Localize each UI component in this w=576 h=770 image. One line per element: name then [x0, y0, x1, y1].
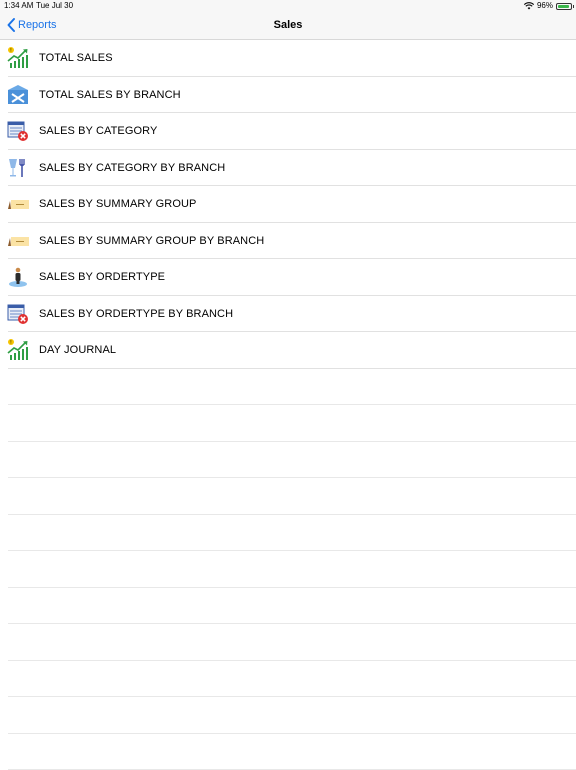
empty-row [0, 624, 576, 661]
ticket-icon [7, 193, 29, 215]
status-bar: 1:34 AM Tue Jul 30 96% [0, 0, 576, 12]
empty-row [0, 697, 576, 734]
list-item-day-journal[interactable]: ! DAY JOURNAL [0, 332, 576, 369]
list-item-total-sales-by-branch[interactable]: TOTAL SALES BY BRANCH [0, 77, 576, 114]
page-title: Sales [0, 19, 576, 31]
glass-fork-icon [7, 157, 29, 179]
list-item-label: DAY JOURNAL [39, 344, 116, 356]
report-list: ! TOTAL SALES TOTAL SALES BY BRANCH SALE… [0, 40, 576, 770]
list-item-sales-by-category-by-branch[interactable]: SALES BY CATEGORY BY BRANCH [0, 150, 576, 187]
list-delete-icon [7, 120, 29, 142]
list-delete-icon [7, 303, 29, 325]
status-time: 1:34 AM [4, 0, 33, 12]
list-item-sales-by-summary-group-by-branch[interactable]: SALES BY SUMMARY GROUP BY BRANCH [0, 223, 576, 260]
wifi-icon [524, 2, 534, 10]
list-item-sales-by-ordertype[interactable]: SALES BY ORDERTYPE [0, 259, 576, 296]
empty-row [0, 515, 576, 552]
person-pin-icon [7, 266, 29, 288]
empty-row [0, 405, 576, 442]
list-item-total-sales[interactable]: ! TOTAL SALES [0, 40, 576, 77]
list-item-label: TOTAL SALES BY BRANCH [39, 89, 181, 101]
navigation-bar: Reports Sales [0, 12, 576, 40]
empty-row [0, 442, 576, 479]
list-item-sales-by-ordertype-by-branch[interactable]: SALES BY ORDERTYPE BY BRANCH [0, 296, 576, 333]
list-item-label: SALES BY CATEGORY [39, 125, 157, 137]
status-date: Tue Jul 30 [36, 0, 73, 12]
empty-row [0, 478, 576, 515]
list-item-label: SALES BY ORDERTYPE BY BRANCH [39, 308, 233, 320]
list-item-label: SALES BY SUMMARY GROUP [39, 198, 196, 210]
battery-percent: 96% [537, 0, 553, 12]
svg-text:!: ! [10, 48, 11, 54]
status-right: 96% [524, 0, 572, 12]
list-item-sales-by-category[interactable]: SALES BY CATEGORY [0, 113, 576, 150]
svg-text:!: ! [10, 340, 11, 346]
list-item-label: SALES BY ORDERTYPE [39, 271, 165, 283]
empty-row [0, 588, 576, 625]
battery-icon [556, 3, 572, 10]
trend-chart-icon: ! [7, 47, 29, 69]
list-item-label: SALES BY CATEGORY BY BRANCH [39, 162, 225, 174]
list-item-label: SALES BY SUMMARY GROUP BY BRANCH [39, 235, 264, 247]
empty-row [0, 551, 576, 588]
list-item-label: TOTAL SALES [39, 52, 113, 64]
empty-row [0, 369, 576, 406]
list-item-sales-by-summary-group[interactable]: SALES BY SUMMARY GROUP [0, 186, 576, 223]
empty-row [0, 734, 576, 770]
empty-row [0, 661, 576, 698]
ticket-icon [7, 230, 29, 252]
envelope-tools-icon [7, 84, 29, 106]
trend-chart-icon: ! [7, 339, 29, 361]
